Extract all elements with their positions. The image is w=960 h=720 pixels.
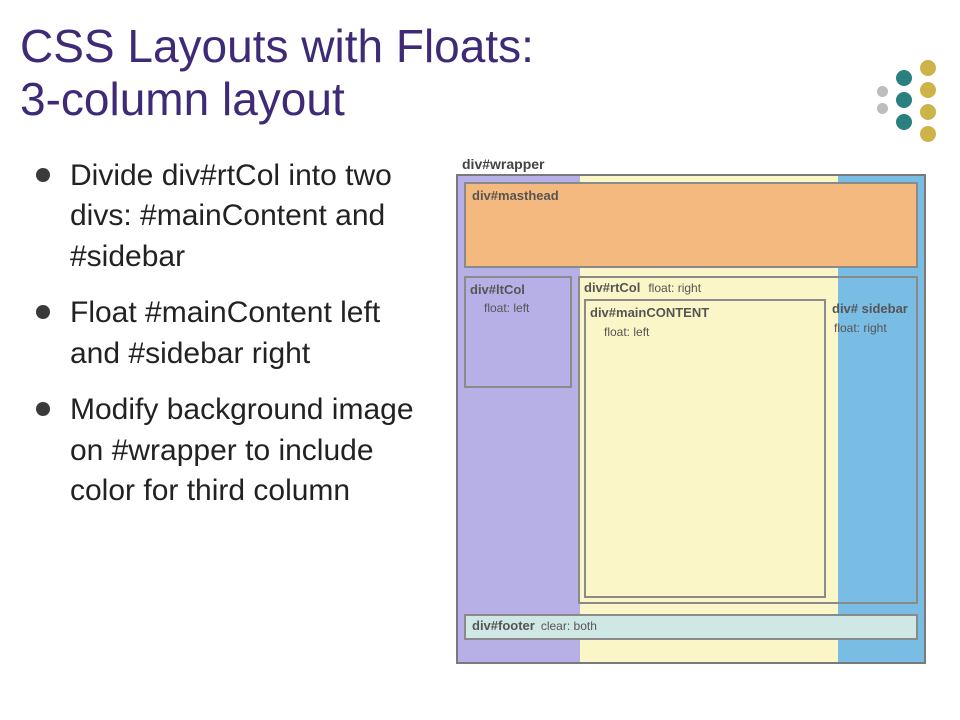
ltcol-note: float: left: [470, 301, 566, 315]
wrapper-label: div#wrapper: [462, 156, 936, 172]
wrapper-box: div#masthead div#ltCol float: left div#r…: [456, 174, 926, 664]
maincontent-label: div#mainCONTENT: [590, 305, 820, 321]
slide: CSS Layouts with Floats: 3-column layout…: [0, 0, 960, 720]
decorative-dots: [877, 60, 936, 142]
sidebar-label: div# sidebar: [832, 301, 910, 317]
sidebar-note: float: right: [832, 321, 910, 335]
title-line-1: CSS Layouts with Floats:: [20, 20, 534, 72]
footer-label: div#footer: [472, 618, 535, 634]
ltcol-label: div#ltCol: [470, 282, 566, 298]
masthead-box: div#masthead: [464, 182, 918, 268]
bullet-item: Float #mainContent left and #sidebar rig…: [36, 293, 436, 374]
title-line-2: 3-column layout: [20, 73, 345, 125]
bullet-item: Modify background image on #wrapper to i…: [36, 390, 436, 512]
slide-title: CSS Layouts with Floats: 3-column layout: [20, 20, 940, 126]
masthead-label: div#masthead: [472, 188, 910, 204]
footer-note: clear: both: [541, 619, 597, 633]
rtcol-box: div#rtCol float: right div#mainCONTENT f…: [578, 276, 918, 604]
rtcol-note: float: right: [648, 281, 701, 295]
bullet-list: Divide div#rtCol into two divs: #mainCon…: [20, 156, 436, 664]
bullet-item: Divide div#rtCol into two divs: #mainCon…: [36, 156, 436, 278]
ltcol-box: div#ltCol float: left: [464, 276, 572, 388]
sidebar-box: div# sidebar float: right: [830, 299, 912, 399]
layout-diagram: div#wrapper div#masthead div#ltCol float…: [456, 156, 936, 664]
footer-box: div#footer clear: both: [464, 614, 918, 640]
maincontent-box: div#mainCONTENT float: left: [584, 299, 826, 597]
rtcol-label: div#rtCol: [584, 280, 640, 296]
maincontent-note: float: left: [590, 325, 820, 339]
